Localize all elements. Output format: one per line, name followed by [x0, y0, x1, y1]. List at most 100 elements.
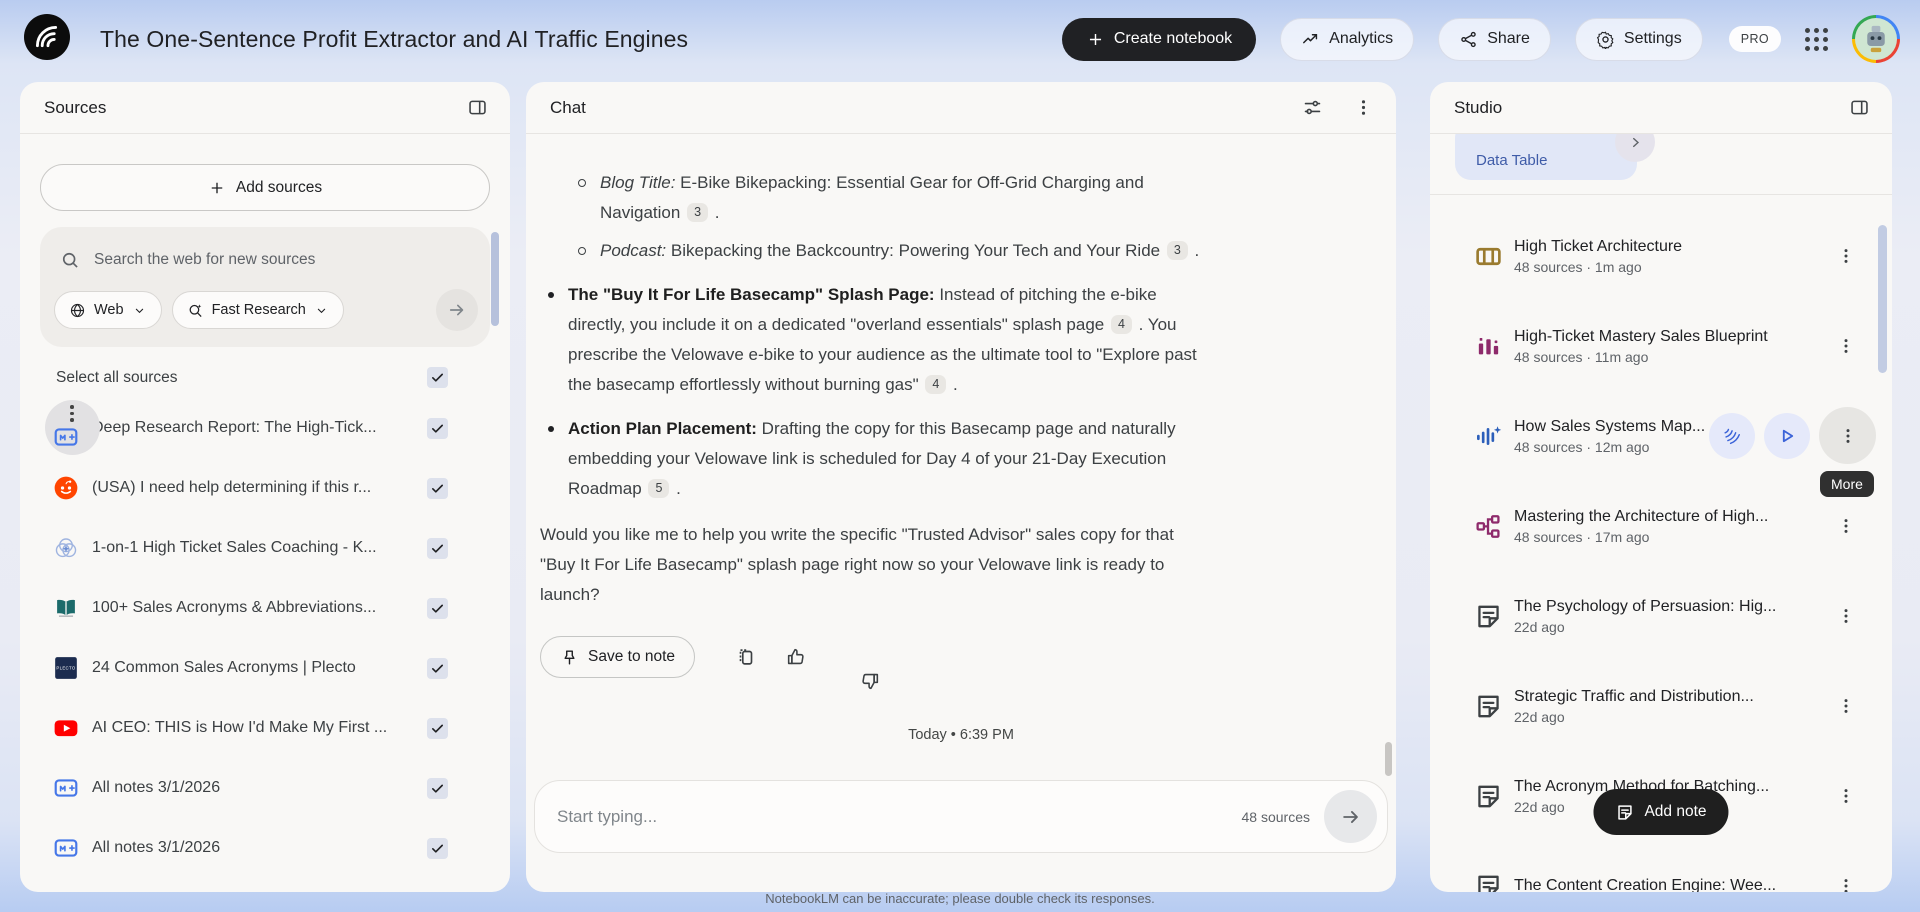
bullet-marker [578, 247, 586, 255]
chat-text-input[interactable] [557, 807, 1242, 827]
studio-item-more-button[interactable] [1836, 516, 1856, 536]
interactive-mode-button[interactable] [1709, 413, 1755, 459]
flowchart-icon [1474, 512, 1503, 541]
gear-icon [1596, 30, 1615, 49]
trending-up-icon [1301, 30, 1320, 49]
citation-chip[interactable]: 4 [1111, 315, 1132, 334]
analytics-button[interactable]: Analytics [1280, 18, 1414, 61]
web-filter-dropdown[interactable]: Web [54, 291, 162, 329]
source-checkbox[interactable] [427, 478, 448, 499]
chat-timestamp: Today • 6:39 PM [526, 727, 1396, 743]
settings-button[interactable]: Settings [1575, 18, 1703, 61]
create-notebook-button[interactable]: Create notebook [1062, 18, 1256, 61]
studio-panel: Studio Data Table High Ticket Architectu… [1430, 82, 1892, 892]
citation-chip[interactable]: 3 [687, 203, 708, 222]
plus-icon [208, 179, 226, 197]
note-icon [1615, 803, 1634, 822]
studio-item[interactable]: How Sales Systems Map... 48 sources · 12… [1430, 391, 1892, 481]
waveform-icon [1474, 422, 1503, 451]
chat-more-icon[interactable] [1353, 97, 1374, 118]
bullet-marker [578, 179, 586, 187]
source-item[interactable]: 1-on-1 High Ticket Sales Coaching - K... [20, 518, 510, 578]
studio-item-more-button[interactable] [1836, 246, 1856, 266]
citation-chip[interactable]: 3 [1167, 241, 1188, 260]
studio-item[interactable]: The Content Creation Engine: Wee... [1430, 841, 1892, 892]
studio-item-meta: 22d ago [1514, 709, 1825, 725]
source-item[interactable]: AI CEO: THIS is How I'd Make My First ..… [20, 698, 510, 758]
add-sources-button[interactable]: Add sources [40, 164, 490, 211]
select-all-checkbox[interactable] [427, 367, 448, 388]
studio-item-more-button[interactable] [1819, 407, 1876, 464]
studio-item-more-button[interactable] [1836, 696, 1856, 716]
citation-chip[interactable]: 4 [925, 375, 946, 394]
studio-item-actions [1709, 407, 1876, 464]
studio-item-more-button[interactable] [1836, 876, 1856, 892]
bullet-marker [548, 426, 554, 432]
source-checkbox[interactable] [427, 838, 448, 859]
source-checkbox[interactable] [427, 598, 448, 619]
nb-note-icon [53, 775, 79, 801]
note-doc-icon [1474, 692, 1503, 721]
select-all-row: Select all sources [20, 367, 510, 388]
studio-item[interactable]: High Ticket Architecture 48 sources · 1m… [1430, 211, 1892, 301]
search-input[interactable]: Search the web for new sources [54, 237, 478, 283]
account-avatar[interactable] [1852, 15, 1900, 63]
research-mode-dropdown[interactable]: Fast Research [172, 291, 344, 329]
source-checkbox[interactable] [427, 718, 448, 739]
source-title: 100+ Sales Acronyms & Abbreviations... [92, 599, 414, 617]
sources-scrollbar-thumb[interactable] [491, 232, 499, 326]
source-checkbox[interactable] [427, 418, 448, 439]
source-title: All notes 3/1/2026 [92, 839, 414, 857]
google-apps-grid-icon[interactable] [1805, 28, 1828, 51]
studio-item-meta: 48 sources · 1m ago [1514, 259, 1825, 275]
drag-handle-icon[interactable] [70, 405, 74, 422]
copy-icon[interactable] [735, 646, 757, 668]
source-item[interactable]: All notes 3/1/2026 [20, 818, 510, 878]
note-doc-icon [1474, 602, 1503, 631]
add-note-button[interactable]: Add note [1593, 789, 1728, 835]
citation-chip[interactable]: 5 [648, 479, 669, 498]
source-checkbox[interactable] [427, 538, 448, 559]
chat-title: Chat [550, 98, 586, 118]
data-table-chip[interactable]: Data Table [1455, 134, 1637, 180]
source-item[interactable]: All notes 3/1/2026 [20, 758, 510, 818]
svg-text:PLECTO: PLECTO [56, 666, 75, 671]
research-sparkle-icon [187, 302, 204, 319]
studio-item[interactable]: The Psychology of Persuasion: Hig... 22d… [1430, 571, 1892, 661]
source-title: AI CEO: THIS is How I'd Make My First ..… [92, 719, 414, 737]
search-submit-button[interactable] [436, 289, 478, 331]
web-search-card: Search the web for new sources Web Fast … [40, 227, 490, 347]
chat-input-box: 48 sources [534, 780, 1388, 853]
arrow-right-icon [447, 300, 467, 320]
save-to-note-button[interactable]: Save to note [540, 636, 695, 678]
studio-scrollbar-thumb[interactable] [1878, 225, 1887, 373]
chevron-down-icon [314, 303, 329, 318]
pro-badge: PRO [1729, 26, 1781, 52]
studio-item-more-button[interactable] [1836, 336, 1856, 356]
notebooklm-logo-icon[interactable] [24, 14, 70, 60]
source-checkbox[interactable] [427, 778, 448, 799]
studio-item-more-button[interactable] [1836, 786, 1856, 806]
source-item[interactable]: PLECTO 24 Common Sales Acronyms | Plecto [20, 638, 510, 698]
studio-item[interactable]: Strategic Traffic and Distribution... 22… [1430, 661, 1892, 751]
thumb-down-icon[interactable] [835, 646, 857, 668]
send-button[interactable] [1324, 790, 1377, 843]
app-header: The One-Sentence Profit Extractor and AI… [0, 0, 1920, 78]
chat-scrollbar-thumb[interactable] [1385, 742, 1392, 776]
expand-panel-icon[interactable] [1849, 97, 1870, 118]
source-checkbox[interactable] [427, 658, 448, 679]
studio-item-more-button[interactable] [1836, 606, 1856, 626]
chat-message: Blog Title: E-Bike Bikepacking: Essentia… [526, 134, 1396, 610]
source-item[interactable]: 100+ Sales Acronyms & Abbreviations... [20, 578, 510, 638]
sources-list: Deep Research Report: The High-Tick... (… [20, 398, 510, 878]
source-item[interactable]: Deep Research Report: The High-Tick... [20, 398, 510, 458]
studio-item[interactable]: High-Ticket Mastery Sales Blueprint 48 s… [1430, 301, 1892, 391]
thumb-up-icon[interactable] [785, 646, 807, 668]
chat-settings-icon[interactable] [1302, 97, 1323, 118]
source-item[interactable]: (USA) I need help determining if this r.… [20, 458, 510, 518]
collapse-panel-icon[interactable] [467, 97, 488, 118]
youtube-icon [53, 715, 79, 741]
play-button[interactable] [1764, 413, 1810, 459]
share-button[interactable]: Share [1438, 18, 1551, 61]
plus-icon [1086, 30, 1105, 49]
